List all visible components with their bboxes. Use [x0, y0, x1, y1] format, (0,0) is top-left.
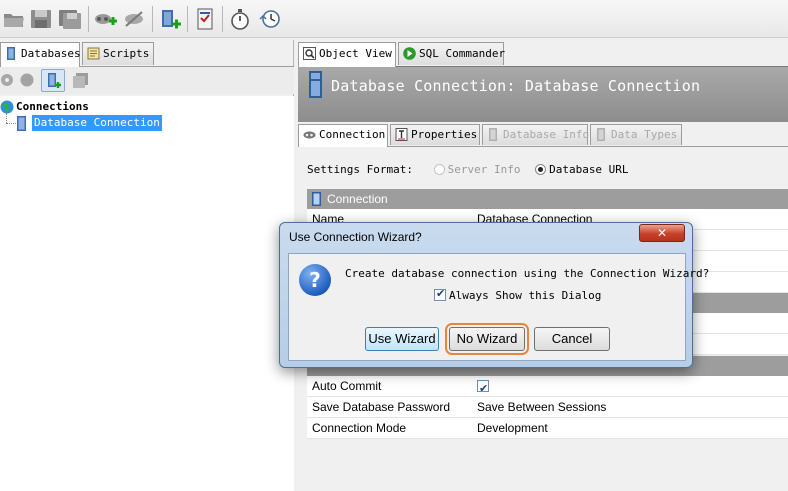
add-database-icon — [48, 73, 61, 88]
open-icon[interactable] — [2, 7, 26, 31]
database-info-icon — [489, 128, 497, 141]
section-label: Connection — [327, 192, 388, 206]
properties-icon — [395, 128, 408, 141]
dialog-title: Use Connection Wizard? — [289, 230, 422, 244]
close-button[interactable]: ✕ — [639, 224, 685, 242]
disconnect-icon[interactable] — [122, 7, 146, 31]
settings-format-label: Settings Format: — [307, 163, 413, 176]
connection-wizard-dialog: Use Connection Wizard? ✕ ? Create databa… — [279, 222, 709, 368]
section-connection: Connection — [307, 189, 788, 209]
object-title: Database Connection: Database Connection — [331, 77, 701, 95]
add-database-button[interactable] — [41, 69, 65, 92]
cancel-button[interactable]: Cancel — [534, 327, 610, 351]
tab-scripts[interactable]: Scripts — [82, 42, 154, 65]
tab-connection[interactable]: Connection — [298, 124, 388, 147]
main-toolbar — [0, 0, 788, 38]
tab-label: Connection — [319, 128, 386, 141]
tab-label: Scripts — [103, 47, 150, 60]
tab-label: SQL Commander — [419, 47, 506, 60]
tree-root-label: Connections — [16, 100, 89, 113]
tree-item-label: Database Connection — [32, 115, 162, 131]
tab-label: Object View — [319, 47, 392, 60]
new-connection-icon[interactable] — [93, 7, 117, 31]
tab-sql-commander[interactable]: SQL Commander — [398, 42, 506, 65]
navigator-panel: Databases Scripts Connections Database C… — [0, 40, 294, 491]
auto-commit-value — [477, 376, 489, 399]
tab-label: Data Types — [611, 128, 678, 141]
toolbar-separator — [222, 6, 223, 32]
connection-tree: Connections Database Connection — [0, 96, 294, 491]
toolbar-separator — [88, 6, 89, 32]
tab-databases[interactable]: Databases — [0, 42, 81, 67]
save-all-icon[interactable] — [58, 7, 82, 31]
server-info-radio[interactable] — [433, 164, 445, 175]
always-show-label: Always Show this Dialog — [449, 289, 602, 302]
database-url-radio[interactable] — [535, 164, 547, 175]
no-wizard-button[interactable]: No Wizard — [445, 323, 529, 355]
database-icon — [312, 192, 321, 206]
question-icon: ? — [299, 264, 331, 296]
database-url-label: Database URL — [549, 163, 629, 176]
tab-properties[interactable]: Properties — [390, 124, 480, 145]
dialog-body: ? Create database connection using the C… — [288, 253, 709, 361]
copy-icon[interactable] — [72, 72, 89, 89]
toolbar-separator — [187, 6, 188, 32]
property-value: Development — [477, 421, 548, 435]
dialog-message: Create database connection using the Con… — [345, 267, 710, 280]
script-icon — [87, 47, 100, 60]
database-icon — [309, 71, 322, 98]
server-info-label: Server Info — [447, 163, 521, 176]
auto-commit-checkbox[interactable] — [477, 378, 489, 399]
settings-format-row: Settings Format: Server Info Database UR… — [307, 163, 629, 176]
tab-data-types[interactable]: Data Types — [590, 124, 682, 145]
object-view-tabs: Connection Properties Database Info Data… — [298, 124, 788, 147]
database-icon — [17, 116, 26, 131]
gear-icon[interactable] — [0, 73, 14, 87]
property-key: Connection Mode — [312, 421, 407, 435]
save-icon[interactable] — [29, 7, 53, 31]
property-key: Auto Commit — [312, 379, 382, 393]
use-wizard-button[interactable]: Use Wizard — [365, 327, 439, 351]
play-icon — [403, 47, 416, 60]
connection-plug-icon — [303, 131, 316, 139]
property-row-auto-commit[interactable]: Auto Commit — [307, 376, 788, 399]
sql-script-icon[interactable] — [193, 7, 217, 31]
navigator-toolbar — [0, 66, 294, 94]
globe-icon — [0, 100, 14, 114]
stopwatch-icon[interactable] — [228, 7, 252, 31]
tab-database-info[interactable]: Database Info — [482, 124, 590, 145]
toolbar-separator — [152, 6, 153, 32]
tree-connector — [6, 123, 16, 124]
property-row-save-password[interactable]: Save Database Password Save Between Sess… — [307, 397, 788, 418]
always-show-checkbox[interactable] — [434, 287, 446, 301]
property-key: Save Database Password — [312, 400, 451, 414]
property-row-connection-mode[interactable]: Connection Mode Development — [307, 418, 788, 439]
object-header: Database Connection: Database Connection — [298, 66, 788, 122]
new-database-icon[interactable] — [158, 7, 182, 31]
tab-label: Databases — [21, 47, 81, 60]
history-icon[interactable] — [258, 7, 282, 31]
always-show-dialog-option[interactable]: Always Show this Dialog — [434, 287, 602, 302]
tab-label: Properties — [411, 128, 478, 141]
property-value: Save Between Sessions — [477, 400, 607, 414]
tab-object-view[interactable]: Object View — [298, 42, 396, 67]
database-icon — [7, 47, 15, 60]
data-types-icon — [597, 128, 605, 141]
tab-label: Database Info — [503, 128, 590, 141]
stop-icon[interactable] — [20, 73, 34, 87]
object-view-icon — [303, 47, 316, 60]
tree-connector — [6, 113, 7, 123]
close-icon: ✕ — [656, 226, 668, 240]
